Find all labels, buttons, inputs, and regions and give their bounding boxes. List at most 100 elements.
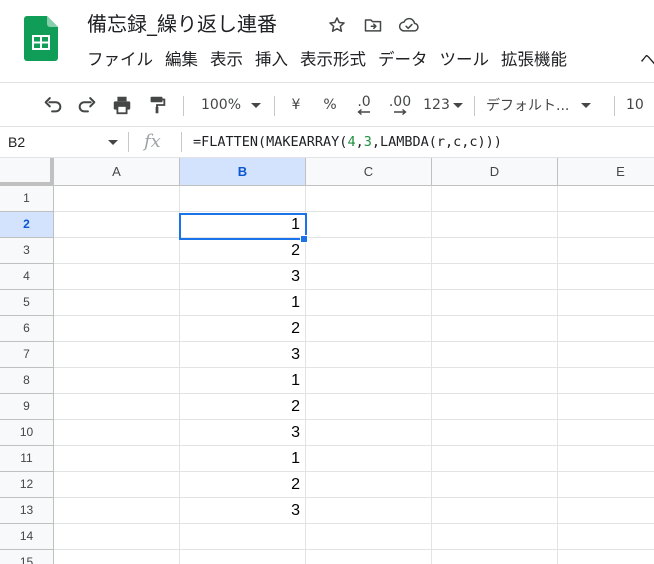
row-header-1[interactable]: 1 (0, 186, 54, 212)
cell-d5[interactable] (432, 290, 558, 316)
cell-b8[interactable]: 1 (180, 368, 306, 394)
cell-d9[interactable] (432, 394, 558, 420)
row-header-12[interactable]: 12 (0, 472, 54, 498)
cell-c11[interactable] (306, 446, 432, 472)
cell-c15[interactable] (306, 550, 432, 564)
cell-d8[interactable] (432, 368, 558, 394)
cell-d1[interactable] (432, 186, 558, 212)
increase-decimal-button[interactable]: .00 (385, 89, 415, 121)
column-header-d[interactable]: D (432, 158, 558, 186)
document-title[interactable]: 備忘録_繰り返し連番 (87, 10, 277, 38)
cell-c5[interactable] (306, 290, 432, 316)
menu-edit[interactable]: 編集 (159, 46, 204, 74)
menu-view[interactable]: 表示 (204, 46, 249, 74)
column-header-a[interactable]: A (54, 158, 180, 186)
undo-icon[interactable] (38, 89, 68, 121)
cell-e9[interactable] (558, 394, 654, 420)
row-header-3[interactable]: 3 (0, 238, 54, 264)
fill-handle[interactable] (300, 235, 308, 243)
percent-format-button[interactable]: % (316, 89, 344, 121)
cell-b1[interactable] (180, 186, 306, 212)
cell-c13[interactable] (306, 498, 432, 524)
sheets-logo-icon[interactable] (24, 16, 58, 61)
cell-a10[interactable] (54, 420, 180, 446)
cell-c12[interactable] (306, 472, 432, 498)
row-header-13[interactable]: 13 (0, 498, 54, 524)
cell-c7[interactable] (306, 342, 432, 368)
number-format-select[interactable]: 123 (421, 89, 465, 121)
cell-d2[interactable] (432, 212, 558, 238)
paint-format-icon[interactable] (142, 89, 172, 121)
menu-extensions[interactable]: 拡張機能 (495, 46, 573, 74)
cell-c1[interactable] (306, 186, 432, 212)
menu-data[interactable]: データ (372, 46, 434, 74)
cell-a2[interactable] (54, 212, 180, 238)
cell-a15[interactable] (54, 550, 180, 564)
cell-a5[interactable] (54, 290, 180, 316)
name-box[interactable]: B2 (0, 127, 128, 157)
column-header-c[interactable]: C (306, 158, 432, 186)
cell-e12[interactable] (558, 472, 654, 498)
menu-format[interactable]: 表示形式 (294, 46, 372, 74)
cell-d4[interactable] (432, 264, 558, 290)
cell-b4[interactable]: 3 (180, 264, 306, 290)
column-header-b[interactable]: B (180, 158, 306, 186)
cell-c6[interactable] (306, 316, 432, 342)
cell-a1[interactable] (54, 186, 180, 212)
cell-b6[interactable]: 2 (180, 316, 306, 342)
decrease-decimal-button[interactable]: .0 (350, 89, 378, 121)
cell-d6[interactable] (432, 316, 558, 342)
print-icon[interactable] (107, 89, 137, 121)
cell-a6[interactable] (54, 316, 180, 342)
cell-a9[interactable] (54, 394, 180, 420)
cell-d3[interactable] (432, 238, 558, 264)
row-header-7[interactable]: 7 (0, 342, 54, 368)
move-to-folder-icon[interactable] (358, 12, 388, 38)
select-all-corner[interactable] (0, 158, 54, 186)
cell-c9[interactable] (306, 394, 432, 420)
formula-input[interactable]: =FLATTEN(MAKEARRAY(4,3,LAMBDA(r,c,c))) (193, 127, 502, 157)
cell-e14[interactable] (558, 524, 654, 550)
cell-b14[interactable] (180, 524, 306, 550)
cell-b3[interactable]: 2 (180, 238, 306, 264)
row-header-4[interactable]: 4 (0, 264, 54, 290)
font-size-input[interactable]: 10 (626, 89, 654, 121)
cell-c2[interactable] (306, 212, 432, 238)
menu-file[interactable]: ファイル (81, 46, 159, 74)
row-header-10[interactable]: 10 (0, 420, 54, 446)
cell-e2[interactable] (558, 212, 654, 238)
cell-c4[interactable] (306, 264, 432, 290)
cell-b5[interactable]: 1 (180, 290, 306, 316)
font-select[interactable]: デフォルト... (486, 89, 606, 121)
column-header-e[interactable]: E (558, 158, 654, 186)
cell-d10[interactable] (432, 420, 558, 446)
cell-d11[interactable] (432, 446, 558, 472)
row-header-5[interactable]: 5 (0, 290, 54, 316)
menu-help-partial[interactable]: ヘ (640, 46, 654, 74)
cell-a8[interactable] (54, 368, 180, 394)
cell-c3[interactable] (306, 238, 432, 264)
cell-a11[interactable] (54, 446, 180, 472)
cell-a12[interactable] (54, 472, 180, 498)
row-header-2[interactable]: 2 (0, 212, 54, 238)
cell-b9[interactable]: 2 (180, 394, 306, 420)
cell-c10[interactable] (306, 420, 432, 446)
cloud-saved-icon[interactable] (394, 12, 424, 38)
cell-d14[interactable] (432, 524, 558, 550)
cell-b7[interactable]: 3 (180, 342, 306, 368)
spreadsheet-grid[interactable]: A B C D E 1 2 1 3 2 4 3 5 1 6 2 7 3 8 1 9 2 10 3 11 1 12 2 13 3 14 15 (0, 158, 654, 564)
cell-a13[interactable] (54, 498, 180, 524)
cell-b11[interactable]: 1 (180, 446, 306, 472)
row-header-9[interactable]: 9 (0, 394, 54, 420)
cell-e6[interactable] (558, 316, 654, 342)
cell-e11[interactable] (558, 446, 654, 472)
cell-e10[interactable] (558, 420, 654, 446)
cell-d7[interactable] (432, 342, 558, 368)
cell-b2[interactable]: 1 (180, 212, 306, 238)
cell-b10[interactable]: 3 (180, 420, 306, 446)
row-header-15[interactable]: 15 (0, 550, 54, 564)
zoom-select[interactable]: 100% (194, 89, 268, 121)
currency-format-button[interactable]: ¥ (282, 89, 310, 121)
cell-c14[interactable] (306, 524, 432, 550)
cell-b13[interactable]: 3 (180, 498, 306, 524)
